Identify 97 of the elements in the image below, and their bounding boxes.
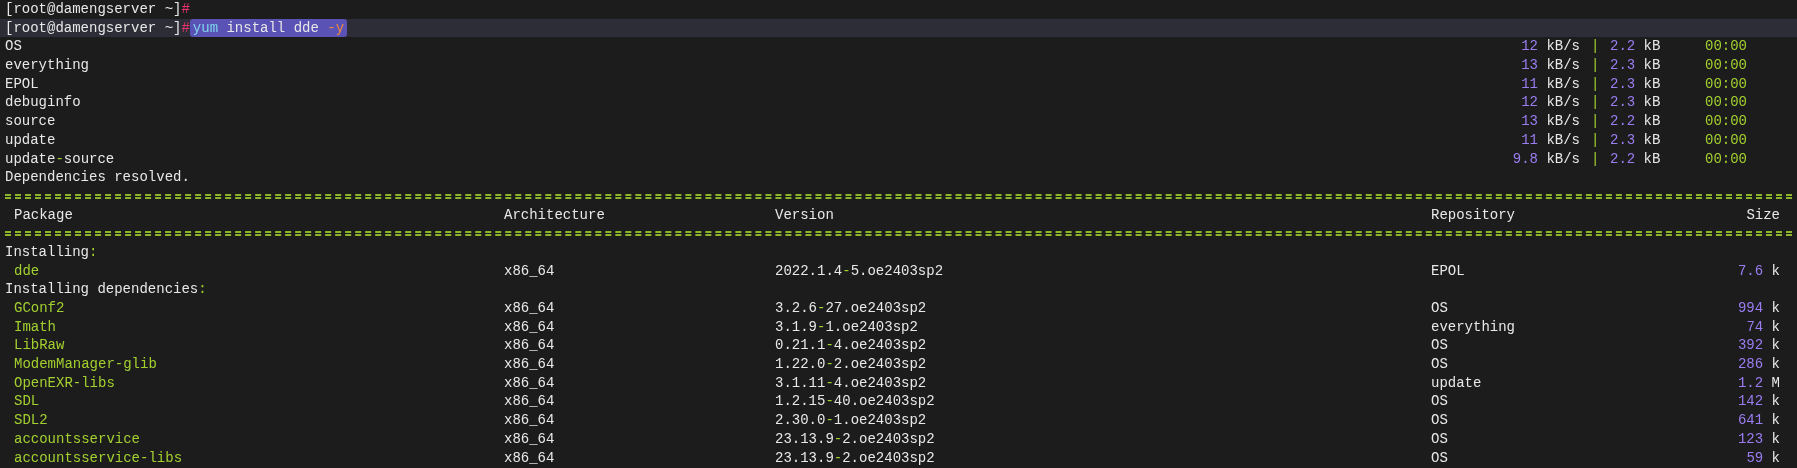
- package-version: 2022.1.4-5.oe2403sp2: [775, 262, 944, 279]
- elapsed-time: 00:00: [1705, 112, 1747, 131]
- package-version: 3.2.6-27.oe2403sp2: [775, 300, 927, 316]
- package-version: 1.2.15-40.oe2403sp2: [775, 393, 935, 410]
- package-version: 23.13.9-2.oe2403sp2: [775, 430, 935, 447]
- bar-separator: |: [1591, 130, 1599, 150]
- download-speed: 13 kB/s: [1521, 113, 1580, 130]
- repository-name: EPOL: [1431, 261, 1466, 281]
- elapsed-time: 00:00: [1705, 56, 1747, 75]
- bar-separator: |: [1591, 37, 1599, 57]
- architecture: x86_64: [504, 355, 556, 374]
- download-size: 2.3 kB: [1610, 131, 1661, 148]
- column-header: Version: [775, 205, 835, 225]
- package-size: 74 k: [1746, 318, 1780, 335]
- bar-separator: |: [1591, 112, 1599, 131]
- elapsed-time: 00:00: [1705, 93, 1747, 113]
- architecture: x86_64: [504, 261, 556, 281]
- bar-separator: |: [1591, 93, 1599, 113]
- architecture: x86_64: [504, 299, 556, 318]
- architecture: x86_64: [504, 317, 556, 337]
- repo-name: OS: [5, 38, 22, 55]
- download-size: 2.3 kB: [1610, 94, 1661, 111]
- elapsed-time: 00:00: [1705, 74, 1747, 94]
- repo-name: update: [5, 131, 56, 148]
- package-version: 3.1.9-1.oe2403sp2: [775, 318, 918, 335]
- repo-name: debuginfo: [5, 94, 81, 111]
- repository-name: OS: [1431, 411, 1449, 430]
- architecture: x86_64: [504, 448, 556, 468]
- package-version: 23.13.9-2.oe2403sp2: [775, 449, 935, 466]
- repository-name: OS: [1431, 448, 1449, 468]
- repository-name: OS: [1431, 336, 1449, 356]
- group-title: Installing dependencies:: [5, 281, 207, 298]
- package-size: 123 k: [1737, 430, 1780, 447]
- download-speed: 13 kB/s: [1521, 57, 1580, 74]
- architecture: x86_64: [504, 411, 556, 430]
- shell-prompt: [root@damengserver ~]: [5, 18, 182, 38]
- repo-name: everything: [5, 57, 89, 74]
- download-speed: 12 kB/s: [1521, 38, 1580, 55]
- download-size: 2.2 kB: [1610, 150, 1661, 167]
- package-name: dde: [13, 261, 41, 281]
- bar-separator: |: [1591, 56, 1599, 75]
- package-version: 2.30.0-1.oe2403sp2: [775, 412, 927, 429]
- column-header: Package: [13, 205, 74, 225]
- architecture: x86_64: [504, 336, 556, 356]
- package-size: 994 k: [1737, 300, 1780, 316]
- package-name: SDL2: [13, 411, 49, 430]
- repository-name: update: [1431, 373, 1483, 393]
- repository-name: everything: [1431, 317, 1516, 337]
- repository-name: OS: [1431, 392, 1449, 412]
- group-title: Installing:: [5, 243, 98, 260]
- download-size: 2.2 kB: [1610, 38, 1661, 55]
- column-header: Architecture: [504, 205, 606, 225]
- bar-separator: |: [1591, 149, 1599, 169]
- package-size: 392 k: [1737, 337, 1780, 354]
- package-name: Imath: [13, 317, 57, 337]
- package-name: ModemManager-glib: [13, 355, 158, 374]
- package-name: LibRaw: [13, 336, 66, 356]
- package-version: 1.22.0-2.oe2403sp2: [775, 356, 927, 373]
- bar-separator: |: [1591, 74, 1599, 94]
- package-size: 1.2 M: [1737, 374, 1780, 391]
- package-name: SDL: [13, 392, 41, 412]
- elapsed-time: 00:00: [1705, 130, 1747, 150]
- package-size: 7.6 k: [1737, 262, 1780, 279]
- repository-name: OS: [1431, 429, 1449, 449]
- architecture: x86_64: [504, 429, 556, 449]
- download-speed: 12 kB/s: [1521, 94, 1580, 111]
- architecture: x86_64: [504, 392, 556, 412]
- repository-name: OS: [1431, 355, 1449, 374]
- repo-name: EPOL: [5, 75, 39, 92]
- package-name: OpenEXR-libs: [13, 373, 116, 393]
- repo-name: source: [5, 113, 56, 130]
- elapsed-time: 00:00: [1705, 149, 1747, 169]
- package-version: 0.21.1-4.oe2403sp2: [775, 337, 927, 354]
- download-size: 2.3 kB: [1610, 75, 1661, 92]
- architecture: x86_64: [504, 373, 556, 393]
- download-speed: 11 kB/s: [1521, 75, 1580, 92]
- download-speed: 9.8 kB/s: [1512, 150, 1580, 167]
- column-header: Repository: [1431, 205, 1516, 225]
- package-size: 286 k: [1737, 356, 1780, 373]
- package-size: 59 k: [1746, 449, 1780, 466]
- repository-name: OS: [1431, 299, 1449, 318]
- package-name: accountsservice-libs: [13, 448, 184, 468]
- shell-prompt: [root@damengserver ~]: [5, 0, 182, 19]
- package-name: accountsservice: [13, 429, 142, 449]
- download-size: 2.2 kB: [1610, 113, 1661, 130]
- prompt-symbol: #: [181, 18, 190, 38]
- download-speed: 11 kB/s: [1521, 131, 1580, 148]
- package-size: 142 k: [1737, 393, 1780, 410]
- repo-name: update-source: [5, 150, 115, 167]
- package-name: GConf2: [13, 299, 66, 318]
- package-version: 3.1.11-4.oe2403sp2: [775, 374, 927, 391]
- download-size: 2.3 kB: [1610, 57, 1661, 74]
- status-message: Dependencies resolved.: [5, 169, 190, 186]
- prompt-symbol: #: [181, 0, 190, 19]
- package-size: 641 k: [1737, 412, 1780, 429]
- column-header: Size: [1746, 205, 1780, 225]
- elapsed-time: 00:00: [1705, 37, 1747, 57]
